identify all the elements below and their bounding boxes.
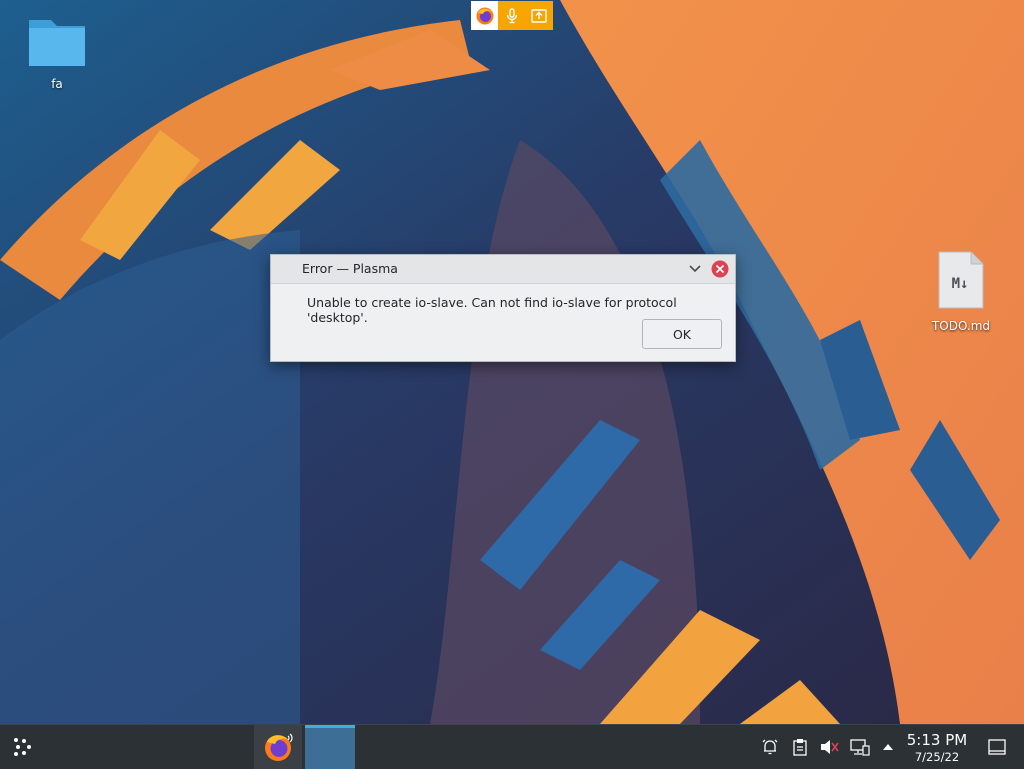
firefox-task[interactable] xyxy=(254,725,302,769)
markdown-file-icon: M↓ xyxy=(938,251,984,309)
folder-icon xyxy=(29,20,85,66)
show-desktop-icon[interactable] xyxy=(986,737,1008,757)
desktop-icon-todo-md[interactable]: M↓ TODO.md xyxy=(916,250,1006,333)
notifications-icon[interactable] xyxy=(760,737,780,757)
screen-share-icon[interactable] xyxy=(525,1,552,30)
desktop-wallpaper xyxy=(0,0,1024,724)
firefox-icon xyxy=(265,733,293,761)
active-window-task[interactable] xyxy=(305,725,355,769)
chevron-down-icon[interactable] xyxy=(685,259,705,279)
dialog-title: Error — Plasma xyxy=(302,261,398,276)
taskbar: 5:13 PM 7/25/22 xyxy=(0,724,1024,769)
firefox-icon[interactable] xyxy=(471,1,498,30)
ok-button[interactable]: OK xyxy=(642,319,722,349)
desktop-icon-label: TODO.md xyxy=(931,319,991,333)
error-dialog: Error — Plasma Unable to create io-slave… xyxy=(270,254,736,362)
clock-time[interactable]: 5:13 PM xyxy=(900,731,974,749)
close-icon[interactable] xyxy=(710,259,730,279)
microphone-icon[interactable] xyxy=(498,1,525,30)
markdown-glyph: M↓ xyxy=(952,276,969,292)
desktop-icon-folder-fa[interactable]: fa xyxy=(12,12,102,91)
clock-date[interactable]: 7/25/22 xyxy=(900,750,974,764)
network-icon[interactable] xyxy=(849,737,871,757)
volume-muted-icon[interactable] xyxy=(818,737,840,757)
tray-expand-icon[interactable] xyxy=(879,737,897,757)
kde-launcher-icon[interactable] xyxy=(6,733,38,761)
desktop-icon-label: fa xyxy=(51,77,63,91)
screen-share-indicator[interactable] xyxy=(471,1,553,30)
clipboard-icon[interactable] xyxy=(790,737,810,757)
dialog-titlebar[interactable]: Error — Plasma xyxy=(271,255,735,284)
